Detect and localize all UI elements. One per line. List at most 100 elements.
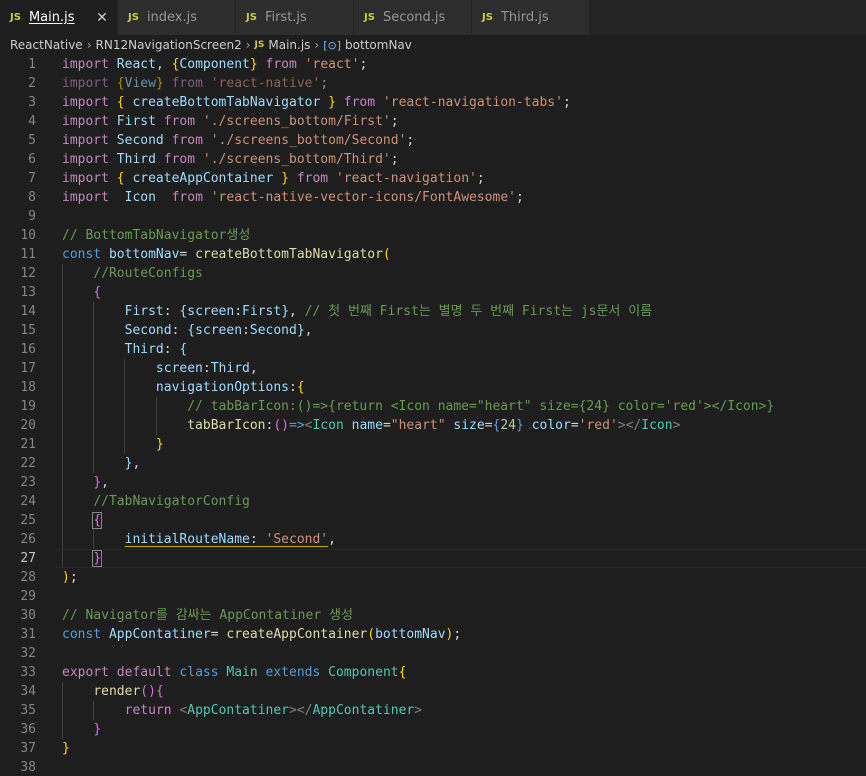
code-line[interactable]: 35 return <AppContatiner></AppContatiner… <box>0 701 866 720</box>
code-line[interactable]: 17 screen:Third, <box>0 359 866 378</box>
code-token: bottomNav <box>108 247 180 262</box>
code-token: = <box>570 418 579 433</box>
code-token: import <box>62 152 109 167</box>
code-line[interactable]: 33 export default class Main extends Comp… <box>0 663 866 682</box>
line-number: 28 <box>20 570 36 585</box>
code-token: Component <box>328 665 399 680</box>
code-line[interactable]: 13 { <box>0 283 866 302</box>
code-line[interactable]: 32 <box>0 644 866 663</box>
code-token: navigationOptions <box>155 380 289 395</box>
code-token: } <box>281 304 290 319</box>
close-icon[interactable]: ✕ <box>95 10 109 26</box>
code-line[interactable]: 4 import First from './screens_bottom/Fir… <box>0 112 866 131</box>
tab-index-js[interactable]: JS index.js <box>118 0 236 35</box>
breadcrumb-file[interactable]: Main.js <box>268 38 310 52</box>
code-line[interactable]: 28); <box>0 568 866 587</box>
code-token: Second <box>124 323 172 338</box>
code-line[interactable]: 19 // tabBarIcon:()=>{return <Icon name=… <box>0 397 866 416</box>
code-text: import Second from './screens_bottom/Sec… <box>62 131 414 150</box>
code-line[interactable]: 6 import Third from './screens_bottom/Thi… <box>0 150 866 169</box>
code-editor[interactable]: 1 import React, {Component} from 'react';… <box>0 55 866 776</box>
tab-third-js[interactable]: JS Third.js <box>472 0 590 35</box>
editor-tab-bar: JS Main.js ✕ JS index.js JS First.js JS Second.j… <box>0 0 866 35</box>
code-line[interactable]: 5 import Second from './screens_bottom/Se… <box>0 131 866 150</box>
code-text: { <box>62 511 103 530</box>
code-token: } <box>296 323 305 338</box>
code-line[interactable]: 14 First: {screen:First}, // 첫 번째 First는… <box>0 302 866 321</box>
code-line[interactable]: 30 // Navigator를 감싸는 AppContatiner 생성 <box>0 606 866 625</box>
code-token: import <box>62 133 109 148</box>
code-token: : <box>163 304 180 319</box>
code-token: const <box>62 627 102 642</box>
code-line[interactable]: 38 <box>0 758 866 776</box>
code-line[interactable]: 15 Second: {screen:Second}, <box>0 321 866 340</box>
tab-second-js[interactable]: JS Second.js <box>354 0 472 35</box>
code-text: import {View} from 'react-native'; <box>62 74 328 93</box>
tab-label: index.js <box>146 10 198 25</box>
code-line[interactable]: 12 //RouteConfigs <box>0 264 866 283</box>
code-line[interactable]: 7 import { createAppContainer } from 'rea… <box>0 169 866 188</box>
code-line[interactable]: 16 Third: { <box>0 340 866 359</box>
breadcrumb-folder[interactable]: RN12NavigationScreen2 <box>96 38 242 52</box>
code-token: { <box>116 76 125 91</box>
breadcrumb-root[interactable]: ReactNative <box>10 38 83 52</box>
code-line[interactable]: 26 initialRouteName: 'Second', <box>0 530 866 549</box>
code-token: : <box>249 532 266 547</box>
code-text: } <box>62 435 164 454</box>
code-text: Third: { <box>62 340 188 359</box>
code-token: import <box>62 114 109 129</box>
code-line[interactable]: 24 //TabNavigatorConfig <box>0 492 866 511</box>
code-token: { <box>116 95 125 110</box>
code-token: from <box>163 152 196 167</box>
code-line[interactable]: 27 } <box>0 549 866 568</box>
tab-main-js[interactable]: JS Main.js ✕ <box>0 0 118 35</box>
code-token: : <box>163 342 180 357</box>
code-line[interactable]: 29 <box>0 587 866 606</box>
indent-guide <box>93 321 95 340</box>
code-token: Icon <box>124 190 156 205</box>
code-line[interactable]: 3 import { createBottomTabNavigator } fro… <box>0 93 866 112</box>
code-line[interactable]: 20 tabBarIcon:()=><Icon name="heart" siz… <box>0 416 866 435</box>
indent-guide <box>62 302 63 321</box>
code-line[interactable]: 22 }, <box>0 454 866 473</box>
code-token: screen <box>187 304 235 319</box>
indent-guide <box>93 454 95 473</box>
indent-guide <box>62 720 63 739</box>
line-number: 34 <box>20 684 36 699</box>
code-token: , <box>304 323 313 338</box>
code-line[interactable]: 2 import {View} from 'react-native'; <box>0 74 866 93</box>
line-number: 1 <box>28 57 36 72</box>
code-line[interactable]: 31 const AppContatiner= createAppContaine… <box>0 625 866 644</box>
code-token: return <box>124 703 172 718</box>
code-line[interactable]: 34 render(){ <box>0 682 866 701</box>
code-token: screen <box>155 361 203 376</box>
code-line[interactable]: 10 // BottomTabNavigator생성 <box>0 226 866 245</box>
code-line[interactable]: 23 }, <box>0 473 866 492</box>
code-line[interactable]: 11 const bottomNav= createBottomTabNaviga… <box>0 245 866 264</box>
chevron-right-icon: › <box>314 38 320 52</box>
breadcrumb-symbol[interactable]: bottomNav <box>345 38 412 52</box>
tab-first-js[interactable]: JS First.js <box>236 0 354 35</box>
code-line[interactable]: 8 import Icon from 'react-native-vector-i… <box>0 188 866 207</box>
line-number: 9 <box>28 209 36 224</box>
code-line[interactable]: 18 navigationOptions:{ <box>0 378 866 397</box>
line-number: 7 <box>28 171 36 186</box>
code-line[interactable]: 37} <box>0 739 866 758</box>
code-text: const AppContatiner= createAppContainer(… <box>62 625 461 644</box>
code-token: = <box>179 247 196 262</box>
code-line[interactable]: 36 } <box>0 720 866 739</box>
code-line[interactable]: 1 import React, {Component} from 'react'; <box>0 55 866 74</box>
line-number: 6 <box>28 152 36 167</box>
code-line[interactable]: 21 } <box>0 435 866 454</box>
code-line[interactable]: 25 { <box>0 511 866 530</box>
code-line[interactable]: 9 <box>0 207 866 226</box>
code-token: { <box>398 665 407 680</box>
